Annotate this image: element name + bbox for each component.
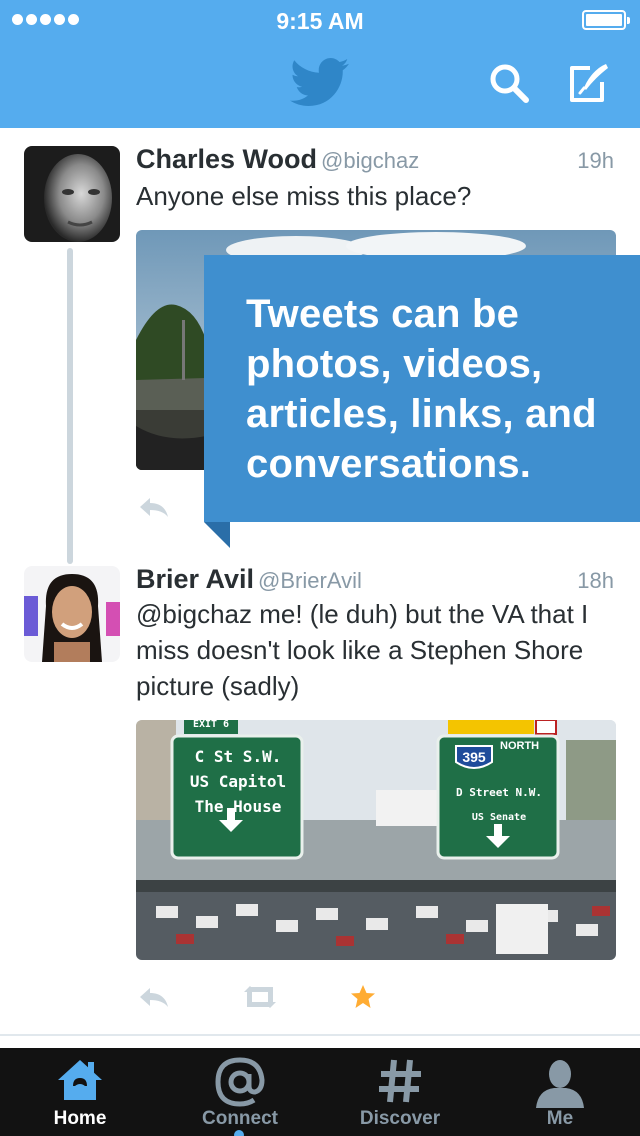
road-sign-left: C St S.W. US Capitol The House [176, 744, 300, 819]
conversation-thread-line [67, 248, 73, 564]
tab-label: Connect [202, 1108, 278, 1129]
retweet-icon[interactable] [238, 982, 282, 1012]
at-icon [215, 1057, 265, 1107]
tab-home[interactable]: Home [0, 1048, 160, 1136]
person-icon [536, 1060, 584, 1108]
road-sign-direction: NORTH [500, 740, 540, 752]
hashtag-icon [379, 1059, 421, 1103]
timeline-divider [0, 1034, 640, 1036]
callout-text: Tweets can be photos, videos, articles, … [246, 292, 597, 486]
tweet-photo[interactable]: EXIT 6 C St S.W. US Capitol The House 39… [136, 720, 616, 960]
tab-me[interactable]: Me [480, 1048, 640, 1136]
tweet-author[interactable]: Charles Wood @bigchaz [136, 144, 419, 175]
avatar[interactable] [24, 146, 120, 242]
sign-line: C St S.W. [194, 747, 282, 766]
callout-tail [204, 522, 230, 548]
tweet-text: Anyone else miss this place? [136, 181, 472, 211]
status-time: 9:15 AM [276, 8, 364, 34]
tab-connect[interactable]: Connect [160, 1048, 320, 1136]
author-name: Brier Avil [136, 564, 255, 594]
author-handle: @BrierAvil [258, 568, 362, 593]
battery-icon [582, 10, 630, 30]
onboarding-callout: Tweets can be photos, videos, articles, … [204, 255, 640, 522]
reply-icon[interactable] [134, 982, 174, 1012]
tab-bar: Home Connect Discover Me [0, 1048, 640, 1136]
tweet-timestamp: 19h [577, 148, 614, 173]
avatar[interactable] [24, 566, 120, 662]
twitter-bird-icon [290, 58, 349, 106]
tab-label: Home [53, 1108, 107, 1129]
home-icon [58, 1060, 102, 1100]
road-sign-right-line2: US Senate [471, 812, 527, 823]
tab-label: Me [546, 1108, 574, 1129]
tab-discover[interactable]: Discover [320, 1048, 480, 1136]
tweet-timestamp: 18h [577, 568, 614, 593]
search-icon[interactable] [486, 60, 532, 106]
favorite-star-icon[interactable] [348, 982, 378, 1012]
sign-line: The House [194, 797, 282, 816]
compose-icon[interactable] [566, 60, 612, 106]
tab-label: Discover [359, 1108, 441, 1129]
road-sign-right-line1: D Street N.W. [455, 786, 543, 799]
status-bar: 9:15 AM [0, 0, 640, 40]
reply-icon[interactable] [134, 492, 174, 522]
road-sign-exit: EXIT 6 [192, 720, 230, 730]
author-handle: @bigchaz [321, 148, 420, 173]
sign-line: US Capitol [189, 772, 287, 791]
app-header: 9:15 AM [0, 0, 640, 128]
tweet-author[interactable]: Brier Avil @BrierAvil [136, 564, 362, 595]
unread-indicator [234, 1130, 244, 1136]
author-name: Charles Wood [136, 144, 318, 174]
interstate-shield-number: 395 [462, 749, 486, 765]
tweet-text: @bigchaz me! (le duh) but the VA that I … [136, 599, 589, 701]
